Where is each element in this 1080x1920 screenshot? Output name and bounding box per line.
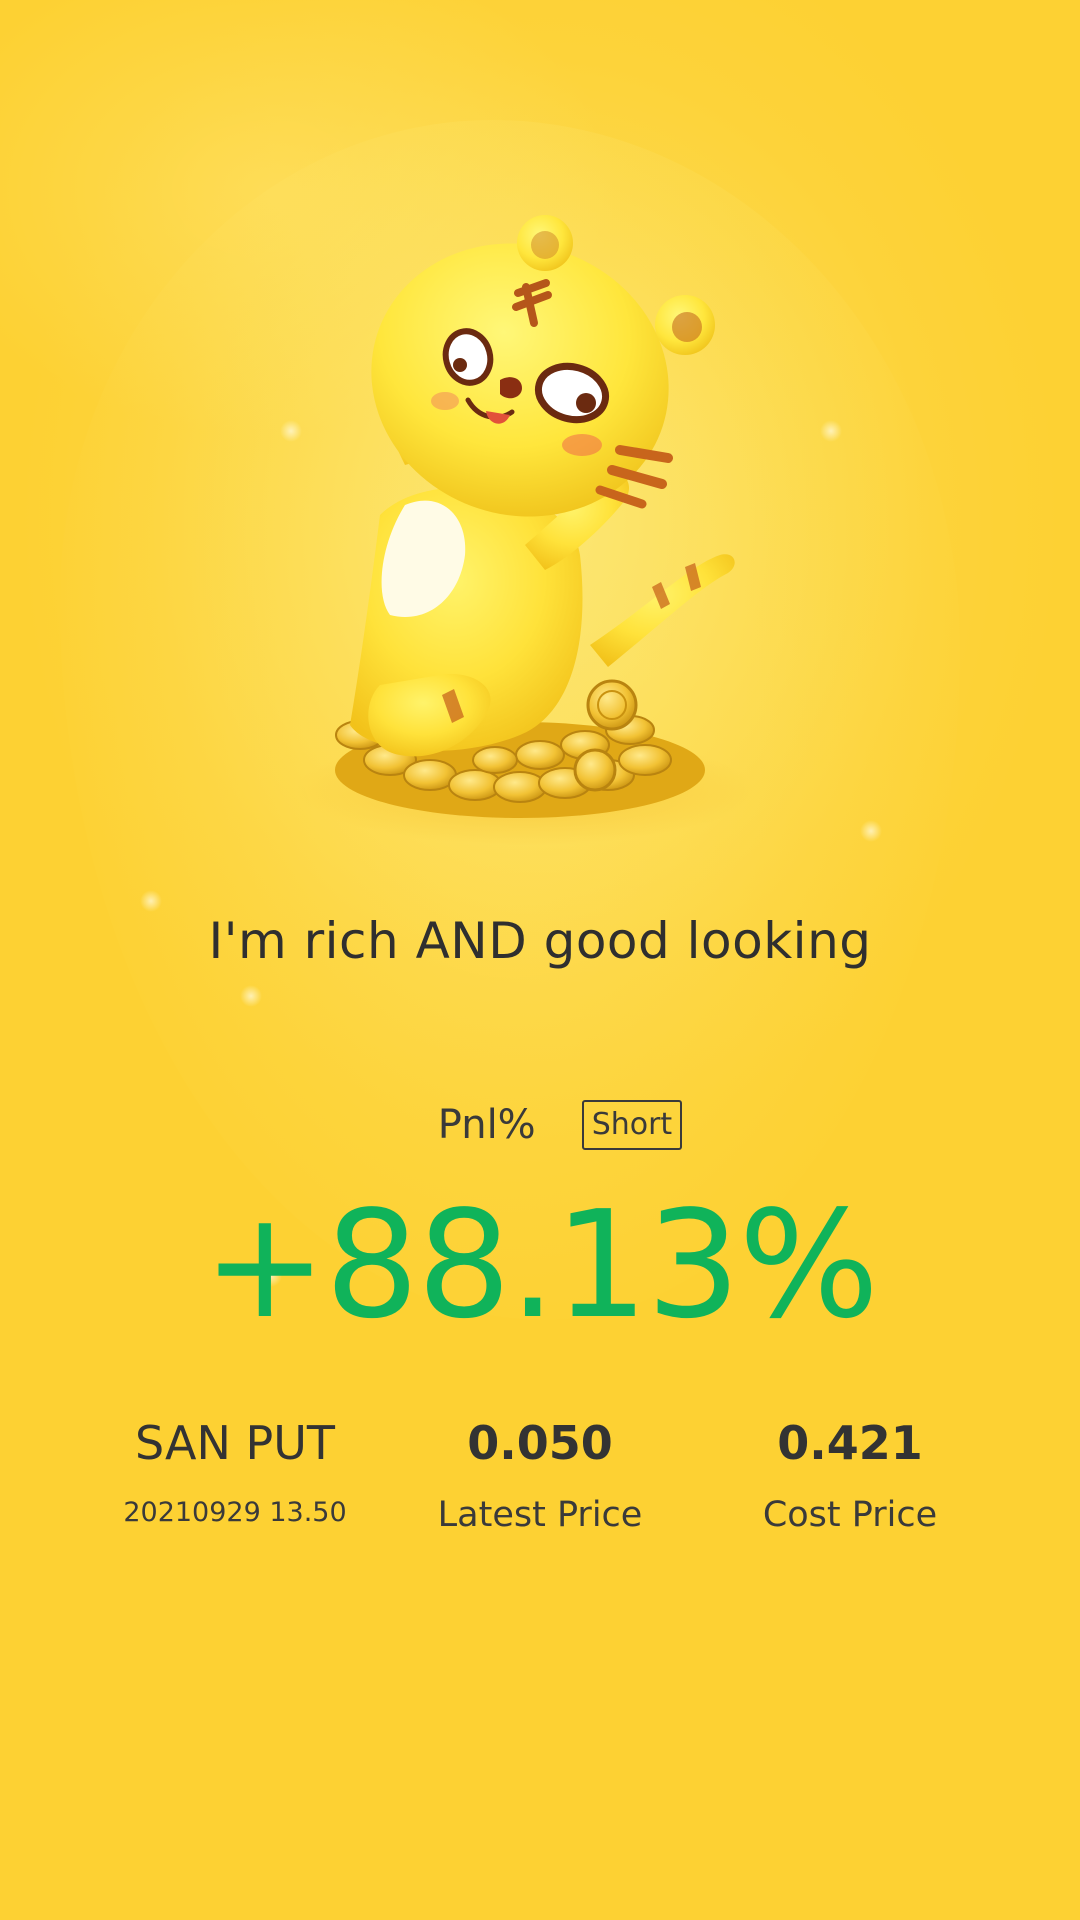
- position-stats: SAN PUT 20210929 13.50 0.050 Latest Pric…: [0, 1415, 1080, 1555]
- sparkle-icon: [140, 890, 162, 912]
- symbol-name: SAN PUT: [134, 1416, 336, 1470]
- sparkle-icon: [860, 820, 882, 842]
- tagline: I'm rich AND good looking: [208, 912, 872, 970]
- expiry-time: 20210929 13.50: [123, 1497, 347, 1528]
- pnl-share-card: I'm rich AND good looking Pnl% Short +88…: [0, 0, 1080, 1920]
- tiger-mascot-on-coins-icon: [295, 215, 755, 845]
- latest-price-label: Latest Price: [437, 1495, 643, 1535]
- cost-price-label: Cost Price: [762, 1495, 938, 1535]
- latest-price-value: 0.050: [467, 1416, 613, 1470]
- sparkle-icon: [240, 985, 262, 1007]
- cost-price-stat: 0.421 Cost Price: [730, 1415, 970, 1537]
- pnl-header: Pnl% Short: [0, 1100, 1080, 1150]
- pnl-value: +88.13%: [202, 1179, 879, 1351]
- short-badge: Short: [581, 1100, 683, 1150]
- latest-price-stat: 0.050 Latest Price: [420, 1415, 660, 1537]
- cost-price-value: 0.421: [777, 1416, 923, 1470]
- pnl-label: Pnl%: [437, 1102, 536, 1148]
- sparkle-icon: [820, 420, 842, 442]
- symbol-stat: SAN PUT 20210929 13.50: [110, 1415, 360, 1535]
